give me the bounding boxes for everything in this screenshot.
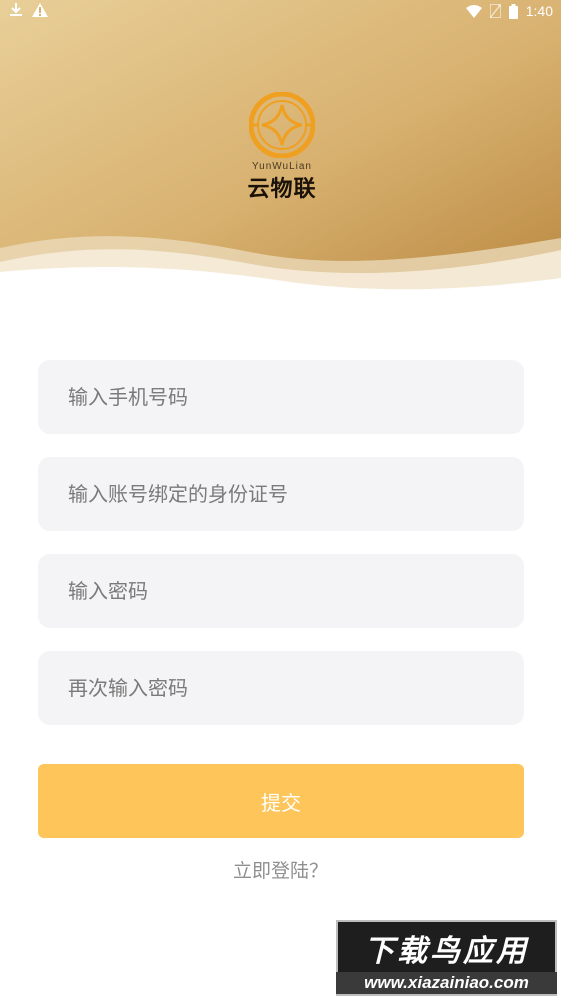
brand-logo: YunWuLian 云物联 (232, 92, 332, 212)
watermark: 下载鸟应用 www.xiazainiao.com (336, 920, 557, 996)
confirm-password-input[interactable] (38, 651, 524, 725)
confirm-password-field-container (38, 651, 524, 725)
brand-name-cn: 云物联 (247, 176, 317, 202)
battery-icon (508, 3, 518, 19)
download-icon (10, 3, 22, 16)
status-bar: 1:40 (0, 0, 561, 26)
id-number-input[interactable] (38, 457, 524, 531)
warning-icon (32, 3, 48, 17)
watermark-title: 下载鸟应用 (364, 934, 529, 969)
phone-field-container (38, 360, 524, 434)
header-banner: 1:40 YunWuLian 云物联 (0, 0, 561, 300)
logo-mark-icon (249, 92, 315, 158)
register-form (38, 360, 524, 748)
password-field-container (38, 554, 524, 628)
watermark-url: www.xiazainiao.com (336, 972, 557, 994)
status-time: 1:40 (525, 3, 553, 19)
no-sim-icon (489, 4, 501, 18)
password-input[interactable] (38, 554, 524, 628)
wifi-icon (465, 4, 482, 18)
submit-button[interactable]: 提交 (38, 764, 524, 838)
id-field-container (38, 457, 524, 531)
phone-input[interactable] (38, 360, 524, 434)
login-link[interactable]: 立即登陆？ (0, 856, 561, 883)
